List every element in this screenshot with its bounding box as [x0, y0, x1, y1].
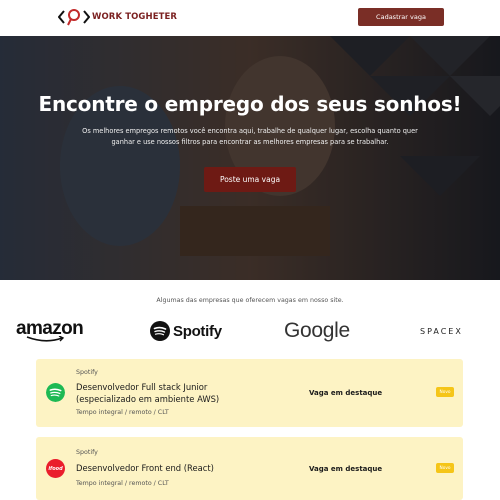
spotify-wordmark: Spotify	[173, 322, 222, 340]
job-company: Spotify	[76, 449, 98, 456]
ifood-logo-icon: ifood	[46, 459, 65, 478]
amazon-logo[interactable]: amazon	[16, 318, 84, 344]
brand-logo[interactable]: WORK TOGHETER	[58, 8, 177, 26]
new-badge: Novo	[436, 387, 454, 397]
new-badge: Novo	[436, 463, 454, 473]
brand-name: WORK TOGHETER	[92, 12, 178, 22]
job-featured-label: Vaga em destaque	[309, 389, 383, 397]
spacex-logo[interactable]: SPACEX	[420, 318, 463, 344]
job-company: Spotify	[76, 369, 98, 376]
job-title[interactable]: Desenvolvedor Front end (React)	[76, 462, 246, 474]
code-pin-logo-icon	[58, 9, 90, 26]
ifood-logo-text: ifood	[48, 465, 63, 472]
hero-overlay	[0, 36, 500, 280]
hero-section: Encontre o emprego dos seus sonhos! Os m…	[0, 36, 500, 280]
job-card[interactable]: Spotify Desenvolvedor Full stack Junior …	[36, 359, 463, 427]
job-meta: Tempo integral / remoto / CLT	[76, 409, 169, 416]
spotify-logo-icon	[46, 383, 65, 402]
top-header: WORK TOGHETER Cadastrar vaga	[0, 0, 500, 36]
spotify-circle-icon	[150, 321, 170, 341]
spotify-logo[interactable]: Spotify	[150, 318, 222, 344]
companies-caption: Algumas das empresas que oferecem vagas …	[156, 297, 344, 304]
hero-post-job-button[interactable]: Poste uma vaga	[204, 167, 296, 192]
hero-subtitle: Os melhores empregos remotos você encont…	[82, 127, 418, 146]
post-job-button[interactable]: Cadastrar vaga	[358, 8, 444, 26]
job-meta: Tempo integral / remoto / CLT	[76, 480, 169, 487]
google-logo[interactable]: Google	[284, 318, 350, 344]
amazon-smile-icon	[26, 336, 65, 342]
hero-title: Encontre o emprego dos seus sonhos!	[38, 92, 462, 116]
job-title[interactable]: Desenvolvedor Full stack Junior (especia…	[76, 381, 246, 405]
job-card[interactable]: ifood Spotify Desenvolvedor Front end (R…	[36, 437, 463, 500]
job-featured-label: Vaga em destaque	[309, 465, 383, 473]
